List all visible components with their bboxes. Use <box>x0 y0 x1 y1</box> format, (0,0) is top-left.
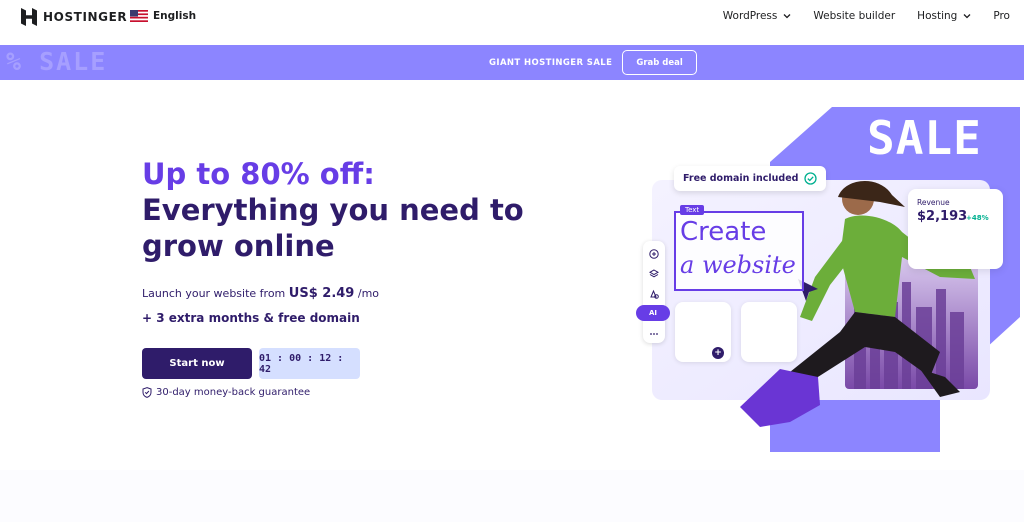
chevron-down-icon <box>783 14 791 19</box>
hostinger-logo[interactable]: HOSTINGER <box>21 8 127 26</box>
language-selector[interactable]: English <box>130 10 196 22</box>
nav-item-pro[interactable]: Pro <box>993 10 1010 22</box>
nav-item-label: Website builder <box>813 10 896 22</box>
free-domain-label: Free domain included <box>683 173 799 184</box>
shapes-icon <box>650 289 659 299</box>
hero-illustration: SALE + Free domain included Text Create … <box>636 107 1020 452</box>
revenue-value: $2,193 <box>917 209 968 224</box>
editor-toolbar <box>643 241 665 343</box>
promo-text: GIANT HOSTINGER SALE <box>489 57 613 68</box>
check-circle-icon <box>804 172 818 185</box>
price: US$ 2.49 <box>288 286 355 301</box>
shield-check-icon <box>142 387 152 398</box>
nav-links: WordPress Website builder Hosting Pro <box>723 10 1010 22</box>
launch-prefix: Launch your website from <box>142 287 286 300</box>
top-nav: HOSTINGER English WordPress Website buil… <box>0 0 1024 34</box>
product-tile-cap <box>741 302 797 362</box>
sale-deco: SALE <box>39 47 108 76</box>
nav-item-label: WordPress <box>722 10 778 22</box>
chevron-down-icon <box>963 14 971 19</box>
revenue-label: Revenue <box>917 198 950 207</box>
revenue-change: +48% <box>966 214 989 222</box>
text-tag: Text <box>680 205 705 215</box>
nav-item-wordpress[interactable]: WordPress <box>723 10 792 22</box>
page-bottom-band <box>0 470 1024 522</box>
ai-sparkle-button: AI <box>636 305 670 321</box>
create-text: Create <box>680 217 767 247</box>
start-now-button[interactable]: Start now <box>142 348 252 379</box>
hostinger-logo-icon <box>21 8 37 26</box>
hero-headline: Up to 80% off: Everything you need to gr… <box>142 156 562 264</box>
grab-deal-button[interactable]: Grab deal <box>622 50 697 75</box>
add-circle-icon <box>649 249 659 259</box>
pricing-line: Launch your website from US$ 2.49 /mo <box>142 286 379 301</box>
countdown-timer: 01 : 00 : 12 : 42 <box>259 348 360 379</box>
a-website-text: a website <box>680 251 796 279</box>
brand-name: HOSTINGER <box>43 10 128 24</box>
more-icon <box>650 333 658 335</box>
ai-label: AI <box>648 309 658 317</box>
revenue-card: Revenue $2,193 +48% <box>908 189 1003 269</box>
price-period: /mo <box>357 287 380 300</box>
free-domain-chip: Free domain included <box>674 166 827 191</box>
language-label: English <box>153 10 197 22</box>
percent-deco: % <box>6 47 24 76</box>
nav-item-label: Hosting <box>917 10 958 22</box>
nav-item-hosting[interactable]: Hosting <box>917 10 971 22</box>
headline-accent: Up to 80% off: <box>142 157 375 191</box>
us-flag-icon <box>130 10 148 22</box>
promo-content: GIANT HOSTINGER SALE Grab deal <box>489 50 697 75</box>
add-icon: + <box>712 347 724 359</box>
nav-item-website-builder[interactable]: Website builder <box>813 10 895 22</box>
promo-banner: % SALE GIANT HOSTINGER SALE Grab deal <box>0 45 1024 80</box>
promo-decoration: % SALE <box>6 47 123 76</box>
headline-line-2: Everything you need to <box>142 193 524 227</box>
guarantee-label: 30-day money-back guarantee <box>156 387 311 398</box>
money-back-guarantee: 30-day money-back guarantee <box>142 387 310 398</box>
nav-item-label: Pro <box>993 10 1010 22</box>
headline-line-3: grow online <box>142 229 335 263</box>
sale-graphic-text: SALE <box>867 111 982 165</box>
layers-icon <box>649 269 659 278</box>
extra-offer: + 3 extra months & free domain <box>142 311 360 325</box>
